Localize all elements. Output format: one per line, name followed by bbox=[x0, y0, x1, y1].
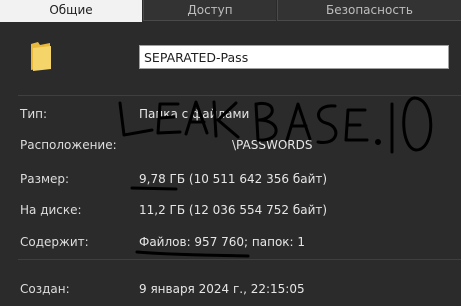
location-value: \PASSWORDS bbox=[232, 138, 313, 152]
contains-value: Файлов: 957 760; папок: 1 bbox=[139, 235, 306, 249]
created-label: Создан: bbox=[20, 282, 70, 296]
tab-security[interactable]: Безопасность bbox=[277, 0, 461, 21]
divider bbox=[18, 95, 461, 96]
created-value: 9 января 2024 г., 22:15:05 bbox=[139, 282, 305, 296]
contains-label: Содержит: bbox=[20, 235, 89, 249]
size-label: Размер: bbox=[20, 172, 70, 186]
location-label: Расположение: bbox=[20, 138, 117, 152]
tab-bar: Общие Доступ Безопасность bbox=[0, 0, 461, 22]
folder-name-input[interactable] bbox=[139, 45, 449, 69]
divider bbox=[18, 259, 461, 260]
type-value: Папка с файлами bbox=[139, 107, 250, 121]
on-disk-value: 11,2 ГБ (12 036 554 752 байт) bbox=[139, 203, 328, 217]
tab-general[interactable]: Общие bbox=[0, 0, 142, 22]
size-value: 9,78 ГБ (10 511 642 356 байт) bbox=[139, 172, 328, 186]
tab-sharing[interactable]: Доступ bbox=[143, 0, 276, 21]
folder-icon bbox=[31, 42, 51, 71]
on-disk-label: На диске: bbox=[20, 203, 82, 217]
type-label: Тип: bbox=[20, 107, 48, 121]
